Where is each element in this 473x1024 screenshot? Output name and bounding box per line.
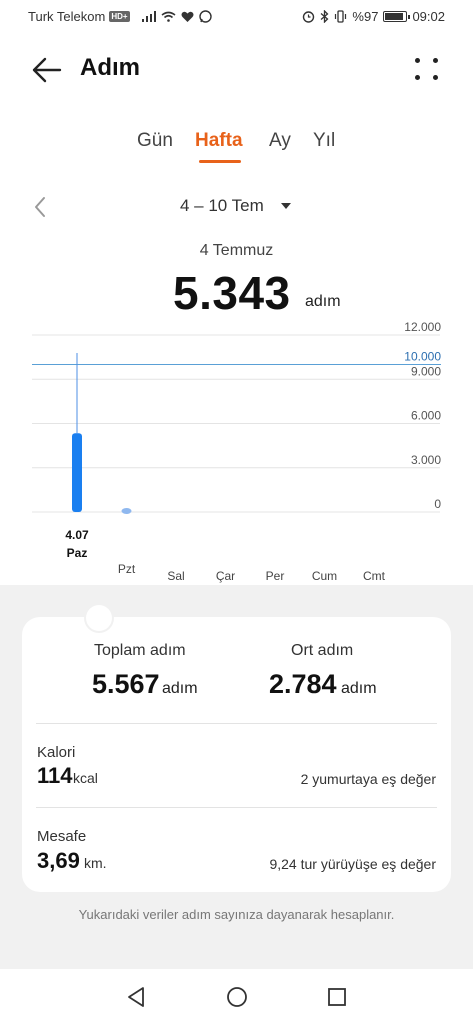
- x-tick-label: Per: [266, 569, 285, 583]
- tab-day[interactable]: Gün: [137, 130, 173, 152]
- tab-year[interactable]: Yıl: [313, 130, 335, 152]
- y-tick-label: 9.000: [411, 364, 441, 378]
- weekly-steps-chart[interactable]: 0 3.000 6.000 9.000 12.000 10.000 4.07 Paz Pzt Sa…: [0, 320, 473, 600]
- system-nav-bar: [0, 969, 473, 1024]
- nav-recents-icon: [328, 988, 346, 1006]
- avg-steps-unit: adım: [341, 680, 377, 697]
- divider: [36, 723, 437, 724]
- x-tick-label: Sal: [167, 569, 184, 583]
- y-tick-label: 12.000: [404, 320, 441, 334]
- chevron-left-icon: [35, 197, 45, 217]
- x-tick-label: Cmt: [363, 569, 386, 583]
- carrier-name: Turk Telekom: [28, 9, 106, 24]
- calories-unit: kcal: [73, 770, 98, 786]
- status-bar: Turk Telekom HD+ %97 09:02: [0, 0, 473, 34]
- selected-steps-unit: adım: [305, 293, 341, 310]
- calories-note: 2 yumurtaya eş değer: [300, 771, 436, 787]
- more-button[interactable]: [413, 54, 443, 84]
- y-tick-label: 0: [434, 497, 441, 511]
- summary-card: Toplam adım 5.567 adım Ort adım 2.784 ad…: [22, 603, 451, 892]
- back-button[interactable]: [30, 54, 64, 86]
- battery-icon: [383, 11, 411, 22]
- distance-unit: km.: [84, 855, 107, 871]
- page-title: Adım: [80, 54, 140, 81]
- calories-label: Kalori: [37, 744, 76, 761]
- y-tick-label: 3.000: [411, 453, 441, 467]
- distance-value: 3,69: [37, 848, 80, 873]
- total-steps-value: 5.567: [92, 669, 160, 699]
- footnote: Yukarıdaki veriler adım sayınıza dayanar…: [78, 907, 395, 922]
- y-tick-label: 6.000: [411, 409, 441, 423]
- x-tick-label: Çar: [216, 569, 235, 583]
- vibrate-icon: [335, 10, 347, 23]
- avg-steps-label: Ort adım: [291, 642, 354, 659]
- alarm-icon: [303, 11, 315, 23]
- tab-week[interactable]: Hafta: [195, 130, 243, 152]
- bar: [121, 508, 132, 514]
- status-right: %97 09:02: [302, 9, 445, 24]
- distance-label: Mesafe: [37, 828, 87, 845]
- goal-label: 10.000: [404, 350, 441, 364]
- clock: 09:02: [412, 9, 445, 24]
- bar: [72, 433, 82, 512]
- hd-badge: HD+: [109, 11, 130, 22]
- nav-recents-button[interactable]: [325, 985, 349, 1009]
- nav-back-icon: [128, 987, 144, 1007]
- distance-note: 9,24 tur yürüyüşe eş değer: [269, 856, 436, 872]
- status-left: Turk Telekom HD+: [28, 9, 212, 24]
- divider: [36, 807, 437, 808]
- arrow-left-icon: [32, 57, 62, 83]
- selected-steps-value: 5.343: [173, 267, 291, 319]
- battery-percent: %97: [352, 9, 379, 24]
- whatsapp-icon: [198, 10, 212, 23]
- avg-steps-value: 2.784: [269, 669, 337, 699]
- nav-back-button[interactable]: [124, 985, 148, 1009]
- selected-date-label: 4.07: [65, 528, 89, 542]
- bluetooth-icon: [321, 10, 329, 23]
- period-tabs: Gün Hafta Ay Yıl: [0, 130, 473, 170]
- caret-down-icon[interactable]: [281, 203, 291, 209]
- summary-area: Toplam adım 5.567 adım Ort adım 2.784 ad…: [0, 585, 473, 969]
- x-tick-label: Paz: [67, 546, 88, 560]
- signal-icon: [141, 11, 156, 22]
- heart-icon: [181, 11, 194, 22]
- date-range-row: 4 – 10 Tem: [0, 192, 473, 222]
- nav-home-button[interactable]: [225, 985, 249, 1009]
- total-steps-label: Toplam adım: [94, 642, 186, 659]
- more-dots-icon: [415, 58, 420, 63]
- tab-active-indicator: [199, 160, 241, 163]
- date-range-label[interactable]: 4 – 10 Tem: [180, 196, 264, 216]
- nav-home-icon: [227, 987, 247, 1007]
- selected-date: 4 Temmuz: [199, 242, 274, 259]
- x-tick-label: Pzt: [118, 562, 136, 576]
- tab-month[interactable]: Ay: [269, 130, 291, 152]
- total-steps-unit: adım: [162, 680, 198, 697]
- x-tick-label: Cum: [312, 569, 337, 583]
- calories-value: 114: [37, 763, 73, 788]
- wifi-icon: [161, 11, 176, 22]
- app-bar: Adım: [0, 40, 473, 100]
- status-icons-left: [141, 10, 212, 23]
- previous-week-button[interactable]: [32, 195, 48, 219]
